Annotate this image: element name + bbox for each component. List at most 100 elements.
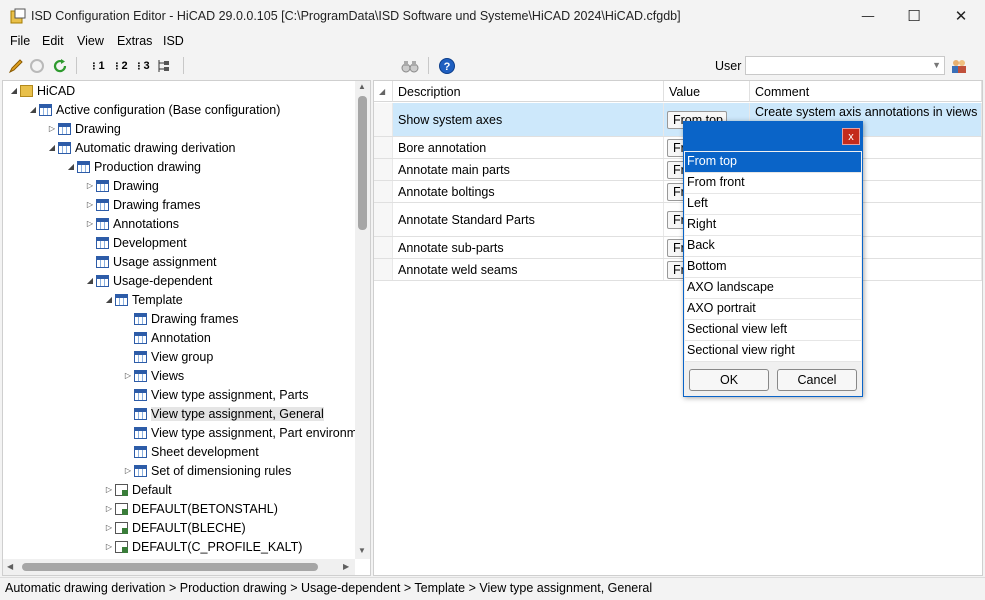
tree-node[interactable]: ▷ DEFAULT(BETONSTAHL) [103, 499, 278, 518]
row-header[interactable] [374, 103, 393, 136]
expand-icon[interactable]: ▷ [84, 219, 96, 228]
tree-node[interactable]: Development [84, 233, 187, 252]
tree-node[interactable]: View type assignment, General [122, 404, 324, 423]
tree-node[interactable]: ◢ HiCAD [8, 81, 75, 100]
expand-icon[interactable]: ▷ [103, 485, 115, 494]
row-header[interactable] [374, 259, 393, 280]
expand-icon[interactable]: ▷ [84, 200, 96, 209]
undo-icon[interactable] [27, 56, 47, 76]
value-option[interactable]: Bottom [685, 257, 861, 278]
menu-extras[interactable]: Extras [117, 34, 152, 48]
help-icon[interactable]: ? [437, 56, 457, 76]
collapse-icon[interactable]: ◢ [103, 295, 115, 304]
scroll-left-icon[interactable]: ◀ [7, 562, 13, 571]
menu-edit[interactable]: Edit [42, 34, 64, 48]
tree-expand-icon[interactable] [153, 56, 173, 76]
value-option[interactable]: Sectional view right [685, 341, 861, 362]
tree-node[interactable]: ▷ Drawing frames [84, 195, 201, 214]
user-select[interactable]: ▼ [745, 56, 945, 75]
tree-node[interactable]: Usage assignment [84, 252, 217, 271]
pencil-icon[interactable] [6, 56, 26, 76]
tree-node[interactable]: ▷ Drawing [46, 119, 121, 138]
tree-level-3-icon[interactable]: ⋮ 3 [132, 56, 152, 76]
refresh-icon[interactable] [50, 56, 70, 76]
value-option[interactable]: Sectional view left [685, 320, 861, 341]
tree-node[interactable]: View type assignment, Part environm [122, 423, 357, 442]
tree-node[interactable]: ▷ Views [122, 366, 184, 385]
tree-node[interactable]: Sheet development [122, 442, 259, 461]
expand-icon[interactable]: ▷ [103, 504, 115, 513]
row-header[interactable] [374, 159, 393, 180]
value-option[interactable]: Left [685, 194, 861, 215]
expand-icon[interactable]: ▷ [84, 181, 96, 190]
tree-level-2-icon[interactable]: ⋮ 2 [110, 56, 130, 76]
tree-node[interactable]: Annotation [122, 328, 211, 347]
tree-level-1-icon[interactable]: ⋮ 1 [87, 56, 107, 76]
tree-node[interactable]: ▷ Annotations [84, 214, 179, 233]
tree-node[interactable]: ◢ Production drawing [65, 157, 201, 176]
value-option[interactable]: From front [685, 173, 861, 194]
collapse-icon[interactable]: ◢ [65, 162, 77, 171]
maximize-button[interactable]: ☐ [891, 0, 937, 32]
scroll-up-icon[interactable]: ▲ [358, 82, 366, 91]
row-header[interactable] [374, 181, 393, 202]
row-header[interactable] [374, 137, 393, 158]
tree-node[interactable]: View type assignment, Parts [122, 385, 308, 404]
table-row[interactable]: Annotate boltingsFrom topviews of the ty… [374, 181, 982, 203]
tree-vertical-scroll-thumb[interactable] [358, 96, 367, 230]
tree-node-label: Usage-dependent [113, 273, 213, 288]
binoculars-icon[interactable] [400, 56, 420, 76]
table-row[interactable]: Bore annotationFrom topon in views of ty… [374, 137, 982, 159]
tree-node-label: Development [113, 235, 187, 250]
value-option[interactable]: From top [685, 152, 861, 173]
menu-view[interactable]: View [77, 34, 104, 48]
table-row[interactable]: Annotate weld seamsFrom tops in views of… [374, 259, 982, 281]
value-option[interactable]: AXO landscape [685, 278, 861, 299]
ok-button[interactable]: OK [689, 369, 769, 391]
table-row[interactable]: Annotate main partsFrom topin views of t… [374, 159, 982, 181]
tree-node[interactable]: View group [122, 347, 213, 366]
tree-node[interactable]: Drawing frames [122, 309, 239, 328]
dialog-close-button[interactable]: x [842, 128, 860, 145]
tree-node[interactable]: ▷ Drawing [84, 176, 159, 195]
status-breadcrumb: Automatic drawing derivation > Productio… [5, 581, 653, 595]
minimize-button[interactable]: — [845, 0, 891, 32]
column-header-description[interactable]: Description [393, 81, 664, 102]
tree-node[interactable]: ▷ Set of dimensioning rules [122, 461, 291, 480]
value-option[interactable]: AXO portrait [685, 299, 861, 320]
expand-icon[interactable]: ▷ [46, 124, 58, 133]
close-window-button[interactable]: ✕ [938, 0, 984, 32]
menu-isd[interactable]: ISD [163, 34, 184, 48]
scroll-down-icon[interactable]: ▼ [358, 546, 366, 555]
tree-node[interactable]: ◢ Usage-dependent [84, 271, 212, 290]
expand-icon[interactable]: ▷ [122, 371, 134, 380]
value-option[interactable]: Back [685, 236, 861, 257]
collapse-icon[interactable]: ◢ [84, 276, 96, 285]
level-1-label: 1 [98, 60, 105, 72]
column-header-comment[interactable]: Comment [750, 81, 982, 102]
menu-file[interactable]: File [10, 34, 30, 48]
table-row[interactable]: Annotate Standard PartsFrom toparts in v… [374, 203, 982, 237]
value-option[interactable]: Right [685, 215, 861, 236]
expand-icon[interactable]: ▷ [103, 542, 115, 551]
column-header-value[interactable]: Value [664, 81, 750, 102]
tree-node[interactable]: ▷ DEFAULT(C_PROFILE_KALT) [103, 537, 303, 556]
tree-node[interactable]: ◢ Active configuration (Base configuratio… [27, 100, 281, 119]
tree-horizontal-scroll-thumb[interactable] [22, 563, 318, 571]
tree-node[interactable]: ◢ Template [103, 290, 183, 309]
collapse-icon[interactable]: ◢ [27, 105, 39, 114]
tree-node[interactable]: ▷ Default [103, 480, 172, 499]
cancel-button[interactable]: Cancel [777, 369, 857, 391]
table-row[interactable]: Show system axes From top Create system ax… [374, 103, 982, 137]
collapse-icon[interactable]: ◢ [46, 143, 58, 152]
tree-node[interactable]: ▷ DEFAULT(BLECHE) [103, 518, 246, 537]
users-icon[interactable] [949, 56, 969, 76]
expand-icon[interactable]: ▷ [122, 466, 134, 475]
tree-node[interactable]: ◢ Automatic drawing derivation [46, 138, 236, 157]
collapse-icon[interactable]: ◢ [8, 86, 20, 95]
expand-icon[interactable]: ▷ [103, 523, 115, 532]
scroll-right-icon[interactable]: ▶ [343, 562, 349, 571]
row-header[interactable] [374, 237, 393, 258]
row-header[interactable] [374, 203, 393, 236]
table-row[interactable]: Annotate sub-partsFrom topn views of the… [374, 237, 982, 259]
